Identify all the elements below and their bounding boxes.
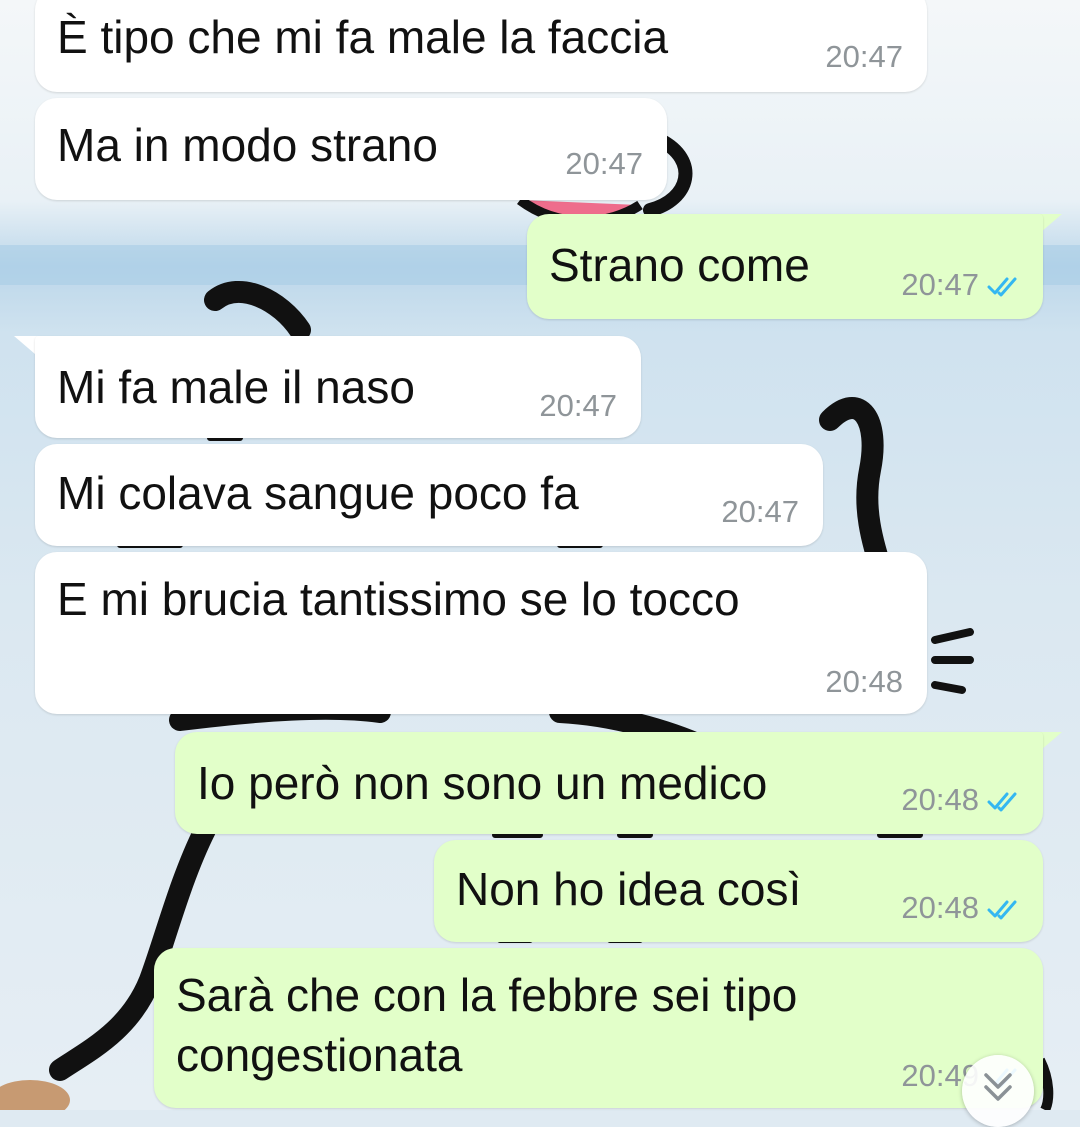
message-timestamp: 20:47 [901, 267, 979, 302]
chevron-double-down-icon [984, 1073, 1012, 1101]
double-check-icon [987, 792, 1017, 812]
message-meta: 20:48 [901, 890, 1019, 926]
message-timestamp: 20:47 [565, 146, 643, 181]
message-text: Strano come [549, 239, 810, 291]
message-text: E mi brucia tantissimo se lo tocco [57, 573, 740, 625]
message-text-line-1: Sarà che con la febbre sei tipo [176, 969, 798, 1021]
message-meta: 20:48 [901, 782, 1019, 818]
message-timestamp: 20:48 [901, 782, 979, 817]
incoming-message[interactable]: Mi colava sangue poco fa 20:47 [35, 444, 823, 546]
incoming-message[interactable]: E mi brucia tantissimo se lo tocco 20:48 [35, 552, 927, 714]
message-timestamp: 20:48 [825, 664, 903, 699]
outgoing-message[interactable]: Sarà che con la febbre sei tipo congesti… [154, 948, 1043, 1108]
incoming-message[interactable]: Mi fa male il naso 20:47 [35, 336, 641, 438]
message-text: Mi colava sangue poco fa [57, 467, 579, 519]
message-text-line-2: congestionata [176, 1029, 463, 1081]
message-timestamp: 20:48 [901, 890, 979, 925]
double-check-icon [987, 277, 1017, 297]
message-text: Non ho idea così [456, 863, 802, 915]
message-text: Io però non sono un medico [197, 757, 768, 809]
double-check-icon [987, 900, 1017, 920]
outgoing-message[interactable]: Non ho idea così 20:48 [434, 840, 1043, 942]
message-meta: 20:47 [901, 267, 1019, 303]
scroll-to-bottom-button[interactable] [962, 1055, 1034, 1127]
incoming-message[interactable]: Ma in modo strano 20:47 [35, 98, 667, 200]
message-text: Ma in modo strano [57, 119, 438, 171]
incoming-message[interactable]: È tipo che mi fa male la faccia 20:47 [35, 0, 927, 92]
outgoing-message[interactable]: Strano come 20:47 [527, 214, 1043, 319]
message-timestamp: 20:47 [721, 494, 799, 529]
message-text: Mi fa male il naso [57, 361, 415, 413]
message-text: È tipo che mi fa male la faccia [57, 11, 669, 63]
message-timestamp: 20:47 [539, 388, 617, 423]
outgoing-message[interactable]: Io però non sono un medico 20:48 [175, 732, 1043, 834]
message-timestamp: 20:47 [825, 39, 903, 74]
